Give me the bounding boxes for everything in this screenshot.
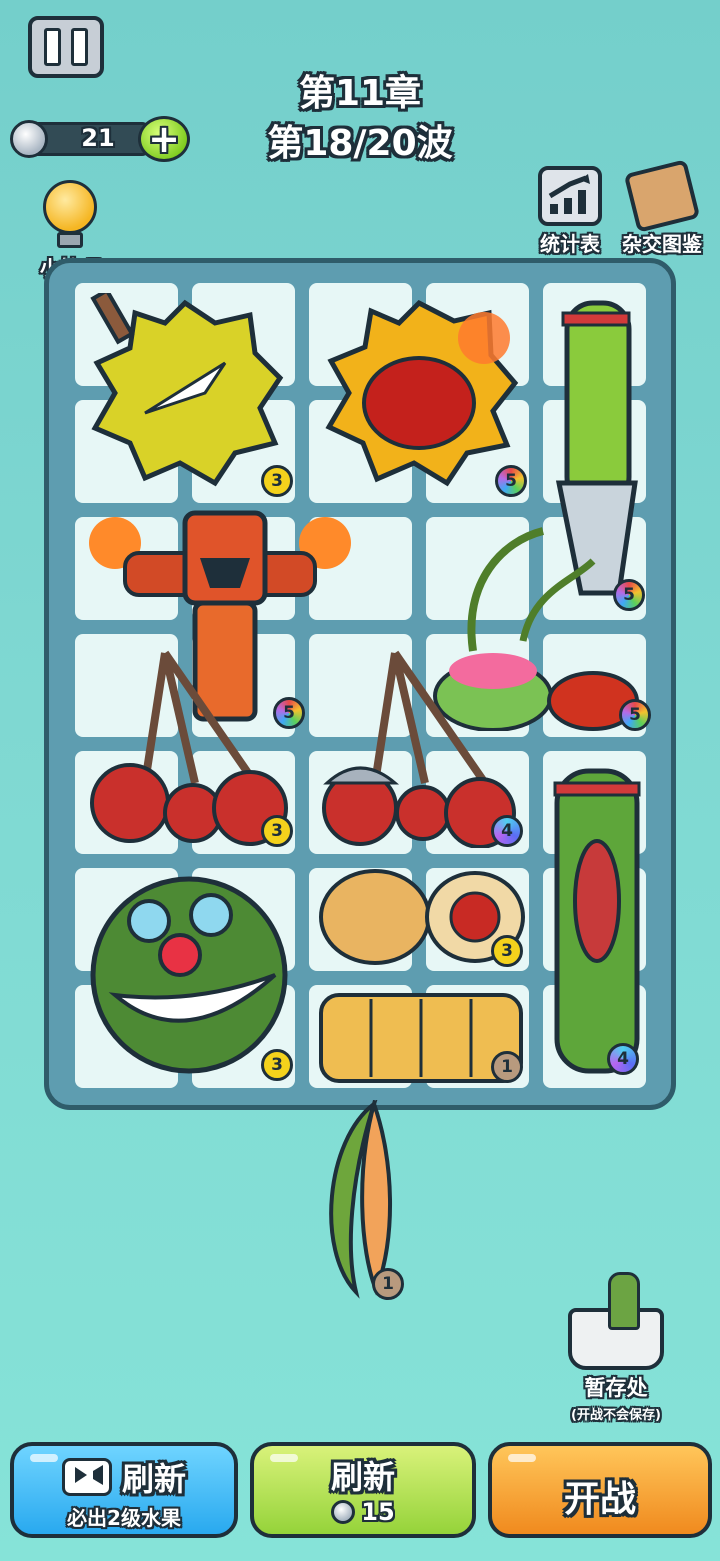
cactus-icon (608, 1272, 640, 1330)
flaming-durian-unit[interactable]: 5 (319, 293, 527, 497)
stats-label: 统计表 (540, 232, 600, 256)
coin-icon (331, 1500, 356, 1524)
storage-label: 暂存处 (584, 1376, 648, 1400)
level-badge: 1 (372, 1268, 404, 1300)
level-badge: 3 (261, 465, 293, 497)
ad-refresh-sub: 必出2级水果 (67, 1506, 181, 1530)
tips-button[interactable]: 小技巧 (30, 180, 110, 280)
refresh-button[interactable]: 刷新 15 (250, 1442, 476, 1538)
level-badge: 5 (619, 699, 651, 731)
level-badge: 3 (491, 935, 523, 967)
ad-refresh-button[interactable]: 刷新 必出2级水果 (10, 1442, 238, 1538)
chart-icon (538, 166, 602, 226)
pause-icon (44, 28, 61, 66)
level-badge: 5 (495, 465, 527, 497)
lightbulb-icon (43, 180, 97, 234)
screaming-cucumber-unit[interactable]: 4 (545, 761, 649, 1091)
coin-counter: 21 + (10, 116, 190, 162)
video-icon (61, 1458, 112, 1496)
durian-unit[interactable]: 3 (85, 287, 293, 497)
melon-slice-unit[interactable]: 1 (316, 1097, 416, 1300)
armored-cherries-unit[interactable]: 4 (315, 643, 529, 849)
angry-cherries-unit[interactable]: 3 (85, 633, 295, 848)
clown-watermelon-unit[interactable]: 3 (85, 875, 295, 1085)
codex-label: 杂交图鉴 (622, 232, 702, 256)
pumpkin-unit[interactable]: 1 (315, 985, 529, 1088)
storage-note: (开战不会保存) (571, 1408, 661, 1423)
level-badge: 3 (261, 1049, 293, 1081)
merge-board: 3 5 5 5 5 3 4 4 3 3 1 (44, 258, 676, 1110)
pause-icon (71, 28, 88, 66)
add-coins-button[interactable]: + (138, 116, 190, 162)
start-battle-label: 开战 (563, 1479, 636, 1520)
level-badge: 3 (261, 815, 293, 847)
storage-tray-icon (568, 1272, 664, 1370)
chapter-title: 第11章 (298, 73, 422, 114)
refresh-cost: 15 (361, 1498, 395, 1526)
melon-eye-unit[interactable]: 3 (315, 865, 529, 968)
start-battle-button[interactable]: 开战 (488, 1442, 712, 1538)
storage-slot[interactable]: 暂存处 (开战不会保存) (560, 1272, 672, 1423)
coin-icon (10, 120, 48, 158)
level-badge: 1 (491, 1051, 523, 1083)
codex-button[interactable]: 杂交图鉴 (614, 159, 710, 257)
ad-refresh-label: 刷新 (121, 1460, 186, 1498)
book-icon (623, 159, 701, 233)
stats-button[interactable]: 统计表 (530, 166, 610, 257)
level-badge: 4 (491, 815, 523, 847)
coin-amount: 21 (81, 124, 115, 152)
level-badge: 4 (607, 1043, 639, 1075)
